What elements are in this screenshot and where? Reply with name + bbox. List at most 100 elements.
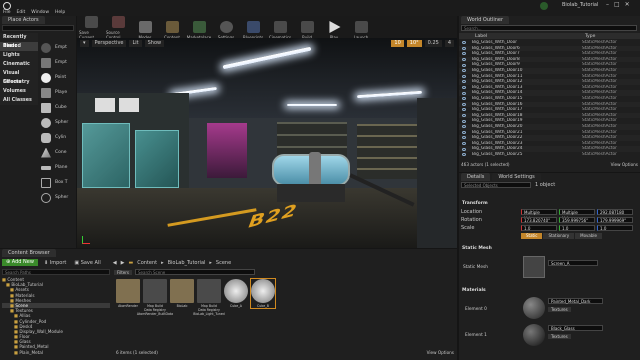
world-settings-tab[interactable]: World Settings [492, 173, 541, 181]
visibility-eye-icon[interactable] [462, 63, 466, 67]
rotation-x-field[interactable]: 173.820740° [521, 217, 557, 223]
asset-tile[interactable]: Cube_A [224, 279, 248, 308]
actor-empty-character[interactable]: Empt [39, 55, 76, 70]
rotation-y-field[interactable]: 359.999756° [559, 217, 595, 223]
launch-button[interactable]: Launch [349, 14, 373, 40]
visibility-eye-icon[interactable] [462, 74, 466, 78]
visibility-eye-icon[interactable] [462, 91, 466, 95]
outliner-search[interactable]: Search... [461, 25, 637, 31]
search-paths-field[interactable]: Search Paths [2, 269, 110, 275]
marketplace-button[interactable]: Marketplace [187, 14, 211, 40]
save-current-button[interactable]: Save Current [79, 14, 103, 40]
category-volumes[interactable]: Volumes [0, 87, 38, 96]
outliner-row[interactable]: Big_Glass_With_Door25 StaticMeshActor [459, 152, 640, 158]
viewport-options-button[interactable]: ▾ [80, 40, 89, 47]
static-mesh-picker[interactable]: Screen_A [548, 260, 598, 266]
visibility-eye-icon[interactable] [462, 153, 466, 157]
place-actors-tab[interactable]: Place Actors [2, 16, 45, 24]
menu-edit[interactable]: Edit [17, 10, 26, 15]
maximize-icon[interactable]: □ [614, 1, 620, 8]
rotation-snap-value[interactable]: 10° [406, 40, 422, 47]
selected-objects-field[interactable]: Selected Objects [461, 182, 531, 188]
actor-sphere-trigger[interactable]: Spher [39, 190, 76, 205]
place-actors-search[interactable] [2, 25, 74, 31]
visibility-eye-icon[interactable] [462, 119, 466, 123]
notification-icon[interactable] [540, 2, 548, 10]
content-view-options[interactable]: View Options [427, 350, 454, 355]
details-tab[interactable]: Details [461, 173, 491, 181]
rotation-z-field[interactable]: 179.999969° [597, 217, 633, 223]
visibility-eye-icon[interactable] [462, 58, 466, 62]
visibility-eye-icon[interactable] [462, 41, 466, 45]
camera-speed-value[interactable]: 4 [444, 40, 454, 47]
scale-z-field[interactable]: 1.0 [597, 225, 633, 231]
scale-snap-value[interactable]: 0.25 [424, 40, 442, 47]
location-z-field[interactable]: 292.087180 [597, 209, 633, 215]
asset-search-field[interactable]: Search Scene [135, 269, 255, 275]
save-all-button[interactable]: ▣ Save All [72, 260, 102, 266]
visibility-eye-icon[interactable] [462, 102, 466, 106]
minimize-icon[interactable]: – [606, 1, 609, 8]
element-1-picker[interactable]: Black_Glass [548, 325, 603, 331]
visibility-eye-icon[interactable] [462, 125, 466, 129]
static-mesh-section[interactable]: Static Mesh [459, 245, 640, 252]
visibility-eye-icon[interactable] [462, 52, 466, 56]
outliner-view-options[interactable]: View Options [611, 162, 638, 167]
close-icon[interactable]: ✕ [625, 1, 630, 8]
static-mesh-thumbnail[interactable] [523, 256, 545, 278]
actor-cone[interactable]: Cone [39, 145, 76, 160]
category-cinematic[interactable]: Cinematic [0, 60, 38, 69]
category-all-classes[interactable]: All Classes [0, 96, 38, 105]
transform-section[interactable]: Transform [459, 200, 640, 207]
grid-snap-value[interactable]: 10 [391, 40, 404, 47]
play-button[interactable]: Play [322, 14, 346, 40]
build-button[interactable]: Build [295, 14, 319, 40]
content-browser-tab[interactable]: Content Browser [2, 249, 56, 257]
type-column-header[interactable]: Type [585, 34, 595, 39]
lit-button[interactable]: Lit [129, 40, 142, 47]
actor-plane[interactable]: Plane [39, 160, 76, 175]
visibility-eye-icon[interactable] [462, 130, 466, 134]
element-1-textures[interactable]: Textures [548, 334, 571, 339]
category-recently-placed[interactable]: Recently Placed [0, 33, 38, 49]
forward-arrow-icon[interactable]: ▶ [121, 260, 125, 266]
category-geometry[interactable]: Geometry [0, 78, 38, 87]
actor-player-start[interactable]: Playe [39, 85, 76, 100]
breadcrumb-content[interactable]: Content [137, 260, 157, 266]
visibility-eye-icon[interactable] [462, 80, 466, 84]
element-0-picker[interactable]: Painted_Metal_Dark [548, 298, 603, 304]
visibility-eye-icon[interactable] [462, 136, 466, 140]
level-viewport[interactable]: B22 ▾ Perspective Lit Show 10 10° 0.25 4 [77, 38, 457, 248]
modes-button[interactable]: Modes [133, 14, 157, 40]
import-button[interactable]: ⬇ Import [42, 260, 68, 266]
menu-window[interactable]: Window [31, 10, 49, 15]
label-column-header[interactable]: Label [475, 34, 585, 39]
mobility-static-button[interactable]: Static [521, 233, 543, 239]
mobility-stationary-button[interactable]: Stationary [543, 233, 575, 239]
actor-cube[interactable]: Cube [39, 100, 76, 115]
perspective-button[interactable]: Perspective [91, 40, 127, 47]
visibility-eye-icon[interactable] [462, 97, 466, 101]
actor-point-light[interactable]: Point [39, 70, 76, 85]
visibility-eye-icon[interactable] [462, 147, 466, 151]
category-lights[interactable]: Lights [0, 51, 38, 60]
actor-sphere[interactable]: Spher [39, 115, 76, 130]
asset-tile[interactable]: AtomRender [116, 279, 140, 308]
filters-button[interactable]: Filters [114, 269, 132, 275]
menu-help[interactable]: Help [55, 10, 65, 15]
scale-x-field[interactable]: 1.0 [521, 225, 557, 231]
location-x-field[interactable]: Multiple Values [521, 209, 557, 221]
element-1-thumbnail[interactable] [523, 324, 545, 346]
category-visual-effects[interactable]: Visual Effects [0, 69, 38, 85]
menu-file[interactable]: File [3, 10, 11, 15]
visibility-eye-icon[interactable] [462, 86, 466, 90]
materials-section[interactable]: Materials [459, 287, 640, 294]
scale-y-field[interactable]: 1.0 [559, 225, 595, 231]
content-button[interactable]: Content [160, 14, 184, 40]
breadcrumb-scene[interactable]: Scene [216, 260, 231, 266]
visibility-eye-icon[interactable] [462, 141, 466, 145]
tree-folder[interactable]: ■ Plain_Metal [2, 350, 110, 355]
mobility-movable-button[interactable]: Movable [575, 233, 602, 239]
asset-tile[interactable]: Map Build Data Registry BioLab_Light_Tune… [193, 279, 225, 316]
visibility-eye-icon[interactable] [462, 46, 466, 50]
